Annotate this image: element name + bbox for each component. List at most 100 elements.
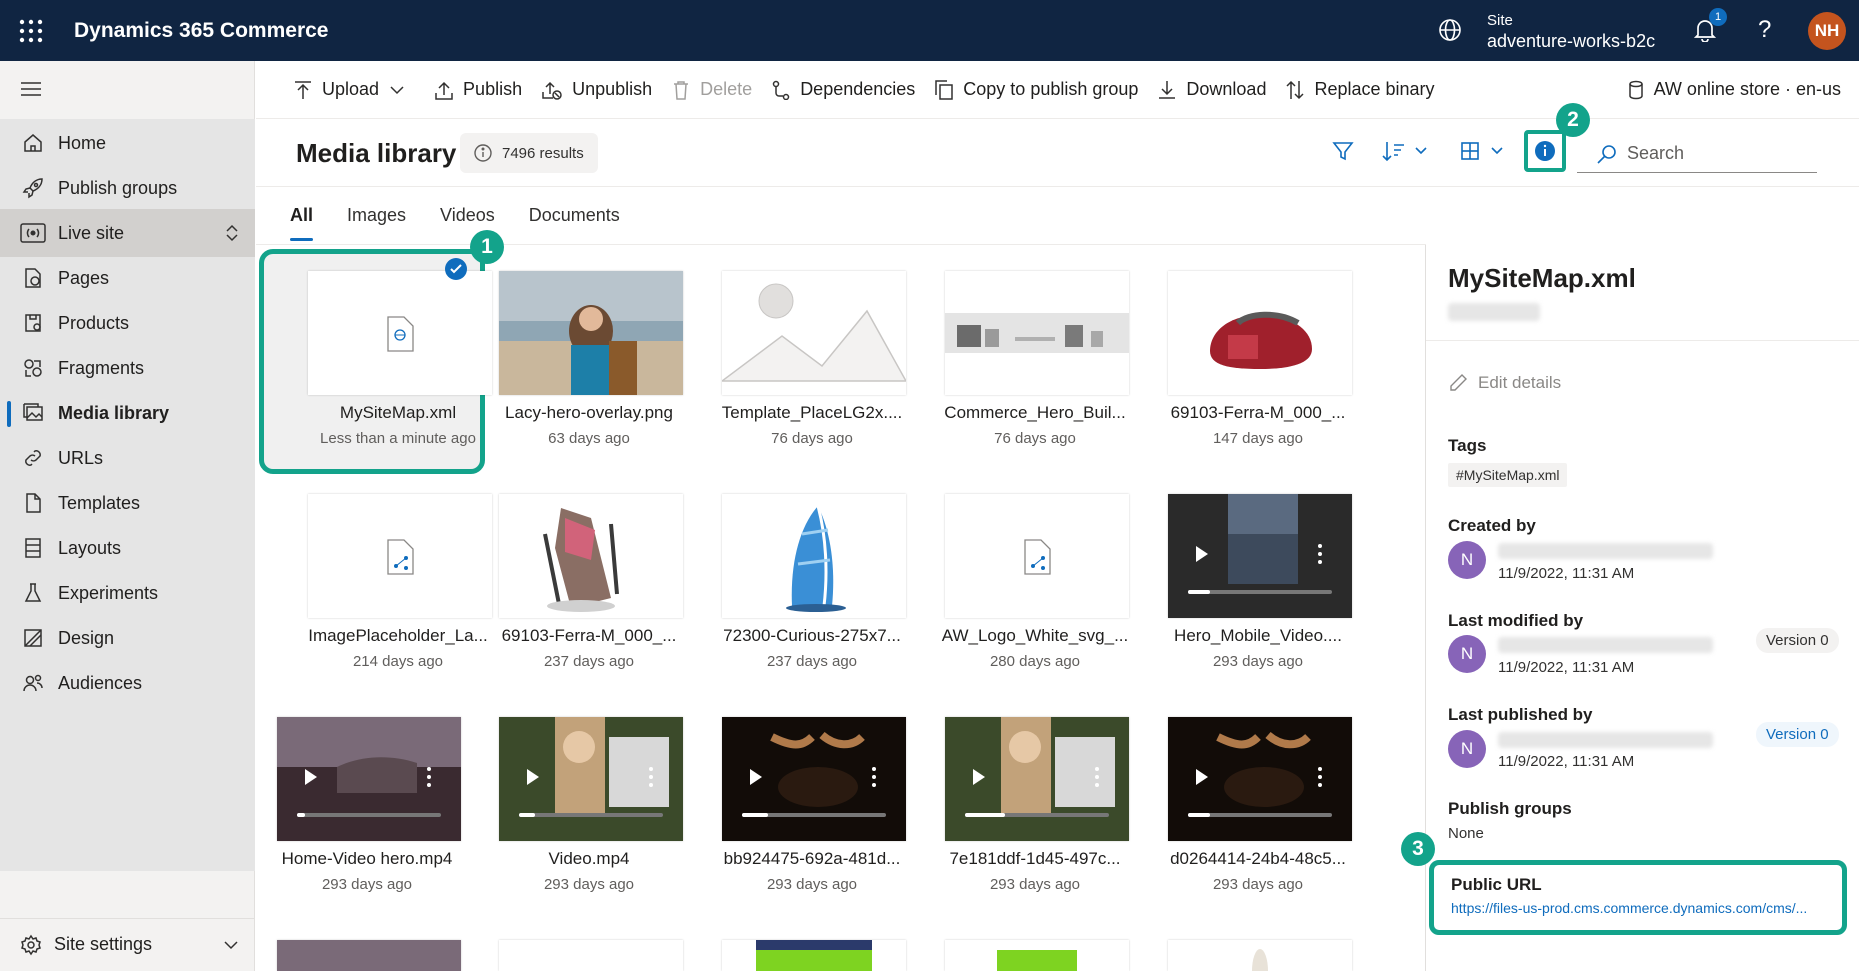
media-tile[interactable]: Home-Video hero.mp4 293 days ago (273, 717, 461, 893)
database-icon (1628, 80, 1643, 99)
sidebar-item-products[interactable]: Products (0, 299, 255, 347)
filter-icon[interactable] (1332, 140, 1354, 162)
media-tile[interactable]: 69103-Ferra-M_000_... 237 days ago (495, 494, 683, 670)
media-tile[interactable]: AW_Logo_White_svg_... 280 days ago (941, 494, 1129, 670)
media-date: 237 days ago (543, 653, 635, 670)
tab-divider (256, 244, 1426, 245)
media-tile[interactable]: 72300-Curious-275x7... 237 days ago (718, 494, 906, 670)
media-tile[interactable]: 69103-Ferra-M_000_... 147 days ago (1164, 271, 1352, 447)
sidebar-item-audiences[interactable]: Audiences (0, 659, 255, 707)
image-thumbnail (722, 494, 906, 618)
image-thumbnail (722, 271, 906, 395)
checkmark-icon[interactable] (445, 258, 467, 280)
tag-chip[interactable]: #MySiteMap.xml (1448, 463, 1568, 487)
hamburger-icon[interactable] (20, 81, 42, 97)
broadcast-icon (20, 220, 46, 246)
media-date: 147 days ago (1212, 430, 1304, 447)
sidebar-item-design[interactable]: Design (0, 614, 255, 662)
sort-icon[interactable] (1382, 140, 1430, 162)
media-date: 293 days ago (1212, 653, 1304, 670)
media-tile[interactable]: 7e181ddf-1d45-497c... 293 days ago (941, 717, 1129, 893)
media-tile[interactable]: Lacy-hero-overlay.png 63 days ago (495, 271, 683, 447)
media-name: bb924475-692a-481d... (723, 849, 901, 868)
app-launcher-icon[interactable] (18, 18, 44, 44)
media-tile[interactable]: d0264414-24b4-48c5... 293 days ago (1164, 717, 1352, 893)
unpublish-button[interactable]: Unpublish (542, 79, 652, 100)
edit-details-button[interactable]: Edit details (1448, 373, 1561, 393)
media-tile[interactable] (273, 940, 461, 971)
upload-button[interactable]: Upload (294, 79, 415, 100)
redacted-text (1498, 543, 1713, 559)
site-label: Site (1487, 12, 1513, 29)
user-avatar[interactable]: NH (1808, 12, 1846, 50)
backpack-image-icon (1168, 271, 1352, 395)
app-title[interactable]: Dynamics 365 Commerce (74, 19, 328, 43)
tags-label: Tags (1448, 436, 1487, 455)
publish-button[interactable]: Publish (435, 79, 522, 100)
sidebar-item-label: Fragments (58, 357, 145, 378)
globe-icon[interactable] (1438, 18, 1462, 42)
pencil-icon (1450, 374, 1467, 391)
info-icon (1535, 141, 1555, 161)
sidebar-item-live-site[interactable]: Live site (0, 209, 255, 257)
dependencies-label: Dependencies (800, 79, 916, 99)
tab-documents[interactable]: Documents (529, 205, 620, 226)
media-tile[interactable]: ImagePlaceholder_La... 214 days ago (304, 494, 492, 670)
replace-binary-button[interactable]: Replace binary (1286, 79, 1435, 100)
sidebar-item-templates[interactable]: Templates (0, 479, 255, 527)
site-settings-button[interactable]: Site settings (0, 918, 255, 970)
sidebar-item-label: Layouts (58, 537, 122, 558)
video-thumbnail (722, 717, 906, 841)
tab-images[interactable]: Images (347, 205, 406, 226)
site-settings-label: Site settings (54, 934, 153, 954)
tab-all[interactable]: All (290, 205, 314, 241)
media-date: 293 days ago (766, 876, 858, 893)
delete-button[interactable]: Delete (672, 79, 752, 100)
media-tile[interactable]: Hero_Mobile_Video.... 293 days ago (1164, 494, 1352, 670)
tab-videos[interactable]: Videos (440, 205, 495, 226)
backpack-image-icon (499, 494, 683, 618)
expand-collapse-icon[interactable] (225, 223, 239, 243)
search-input[interactable]: Search (1577, 135, 1817, 173)
help-icon[interactable]: ? (1758, 16, 1771, 44)
media-name: AW_Logo_White_svg_... (941, 626, 1129, 645)
page-title: Media library (296, 138, 457, 168)
store-selector[interactable]: AW online store · en-us (1628, 79, 1841, 100)
flask-icon (20, 580, 46, 606)
video-thumbnail (277, 717, 461, 841)
sidebar-item-home[interactable]: Home (0, 119, 255, 167)
copy-to-publish-group-button[interactable]: Copy to publish group (935, 79, 1138, 100)
download-button[interactable]: Download (1158, 79, 1266, 100)
view-grid-icon[interactable] (1460, 140, 1508, 162)
info-button[interactable] (1524, 130, 1566, 172)
media-tile[interactable] (495, 940, 683, 971)
media-tile[interactable] (718, 940, 906, 971)
sidebar-item-pages[interactable]: Pages (0, 254, 255, 302)
media-tile[interactable]: Commerce_Hero_Buil... 76 days ago (941, 271, 1129, 447)
media-tile[interactable]: Template_PlaceLG2x.... 76 days ago (718, 271, 906, 447)
published-by-label: Last published by (1448, 705, 1593, 724)
media-date: 63 days ago (548, 430, 630, 447)
sidebar-item-publish-groups[interactable]: Publish groups (0, 164, 255, 212)
unpublish-icon (542, 81, 562, 100)
sidebar-item-label: URLs (58, 447, 104, 468)
sidebar-item-fragments[interactable]: Fragments (0, 344, 255, 392)
sidebar-item-experiments[interactable]: Experiments (0, 569, 255, 617)
people-icon (20, 670, 46, 696)
sidebar-item-layouts[interactable]: Layouts (0, 524, 255, 572)
site-value: adventure-works-b2c (1487, 31, 1656, 51)
media-tile[interactable] (1164, 940, 1352, 971)
site-switcher[interactable]: Site adventure-works-b2c (1487, 11, 1655, 51)
sidebar-item-urls[interactable]: URLs (0, 434, 255, 482)
file-thumbnail (499, 940, 683, 971)
redacted-text (1498, 732, 1713, 748)
fragments-icon (20, 355, 46, 381)
media-tile[interactable]: bb924475-692a-481d... 293 days ago (718, 717, 906, 893)
sidebar-item-media-library[interactable]: Media library (0, 389, 255, 437)
version-link[interactable]: Version 0 (1756, 722, 1839, 747)
public-url-link[interactable]: https://files-us-prod.cms.commerce.dynam… (1451, 900, 1841, 916)
dependencies-button[interactable]: Dependencies (772, 79, 915, 100)
media-tile[interactable]: Video.mp4 293 days ago (495, 717, 683, 893)
media-tile[interactable]: MySiteMap.xml Less than a minute ago (304, 271, 492, 447)
media-tile[interactable] (941, 940, 1129, 971)
